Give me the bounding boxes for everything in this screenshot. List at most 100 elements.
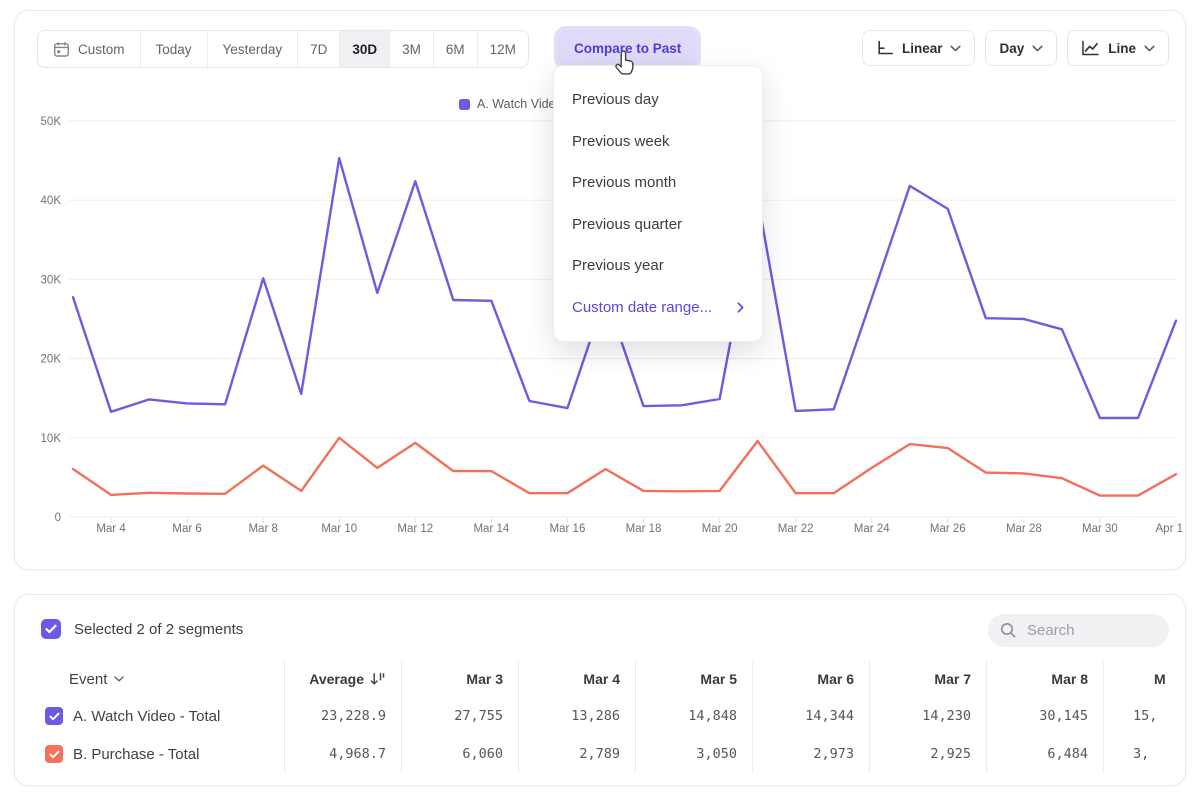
- compare-to-past-button[interactable]: Compare to Past: [558, 30, 697, 66]
- y-axis-label: 40K: [41, 195, 62, 207]
- date-range-control[interactable]: Custom Today Yesterday 7D 30D 3M 6M 12M: [37, 30, 529, 68]
- x-axis-label: Mar 18: [626, 523, 662, 535]
- value-cell: 3,050: [636, 735, 753, 773]
- x-axis-label: Mar 16: [550, 523, 586, 535]
- menu-item-previous-week[interactable]: Previous week: [554, 121, 762, 163]
- x-axis-label: Mar 12: [397, 523, 433, 535]
- menu-item-previous-quarter[interactable]: Previous quarter: [554, 204, 762, 246]
- column-header-label: Mar 4: [583, 671, 620, 687]
- column-header-average[interactable]: Average: [285, 661, 402, 697]
- column-header-label: Mar 6: [817, 671, 854, 687]
- dropdown-label: Day: [999, 41, 1024, 56]
- date-range-6m[interactable]: 6M: [434, 31, 478, 67]
- value-cell: 14,344: [753, 697, 870, 735]
- legend-swatch: [459, 99, 470, 110]
- check-icon: [45, 624, 57, 634]
- date-range-label: Today: [156, 42, 192, 57]
- event-column-header[interactable]: Event: [15, 661, 285, 697]
- compare-to-past-menu: Previous day Previous week Previous month P…: [553, 65, 763, 342]
- x-axis-label: Apr 1: [1156, 523, 1184, 535]
- dropdown-label: Linear: [902, 41, 943, 56]
- event-header-label: Event: [69, 671, 107, 688]
- value-cell: 2,973: [753, 735, 870, 773]
- value-cell-truncated: 15,: [1104, 697, 1166, 735]
- chevron-down-icon: [1144, 45, 1155, 52]
- value-cell: 2,789: [519, 735, 636, 773]
- select-all-checkbox[interactable]: [41, 619, 61, 639]
- value-cell: 27,755: [402, 697, 519, 735]
- date-range-custom[interactable]: Custom: [38, 31, 141, 67]
- table-header-row: Event Average Mar 3 Mar 4 Mar 5 Mar 6 Mar 7 Mar…: [15, 661, 1166, 697]
- x-axis-label: Mar 4: [96, 523, 126, 535]
- value-cell: 4,968.7: [285, 735, 402, 773]
- series-line-purchase[interactable]: [73, 438, 1176, 496]
- value-cell: 2,925: [870, 735, 987, 773]
- value-cell: 23,228.9: [285, 697, 402, 735]
- column-header-label: Mar 3: [466, 671, 503, 687]
- date-range-label: 12M: [490, 42, 516, 57]
- menu-item-label: Custom date range...: [572, 299, 712, 316]
- segment-checkbox[interactable]: [45, 745, 63, 763]
- chevron-down-icon: [950, 45, 961, 52]
- y-axis-label: 10K: [41, 433, 62, 445]
- column-header-label: Mar 7: [934, 671, 971, 687]
- line-chart-icon: [1081, 40, 1100, 56]
- x-axis-label: Mar 14: [473, 523, 509, 535]
- x-axis-label: Mar 8: [248, 523, 277, 535]
- search-placeholder: Search: [1027, 622, 1075, 639]
- column-header-mar-6: Mar 6: [753, 661, 870, 697]
- date-range-today[interactable]: Today: [141, 31, 208, 67]
- x-axis-label: Mar 22: [778, 523, 814, 535]
- menu-item-previous-day[interactable]: Previous day: [554, 79, 762, 121]
- segments-panel: Selected 2 of 2 segments Search EventAve…: [14, 594, 1186, 786]
- value-cell: 14,230: [870, 697, 987, 735]
- x-axis-label: Mar 10: [321, 523, 357, 535]
- column-header-truncated: M: [1104, 661, 1166, 697]
- menu-item-label: Previous quarter: [572, 216, 682, 233]
- search-icon: [1000, 622, 1017, 639]
- x-axis-label: Mar 20: [702, 523, 738, 535]
- menu-item-label: Previous week: [572, 133, 670, 150]
- line-dropdown-button[interactable]: Line: [1067, 30, 1169, 66]
- search-input[interactable]: Search: [988, 614, 1169, 647]
- menu-item-label: Previous month: [572, 174, 676, 191]
- chevron-down-icon: [114, 676, 124, 682]
- date-range-label: 3M: [402, 42, 421, 57]
- linear-dropdown-button[interactable]: Linear: [862, 30, 976, 66]
- y-axis-label: 20K: [41, 354, 62, 366]
- chevron-down-icon: [1032, 45, 1043, 52]
- y-axis-label: 30K: [41, 274, 62, 286]
- event-cell: B. Purchase - Total: [15, 735, 285, 773]
- x-axis-label: Mar 26: [930, 523, 966, 535]
- menu-item-custom-date-range[interactable]: Custom date range...: [554, 287, 762, 329]
- date-range-7d[interactable]: 7D: [298, 31, 340, 67]
- date-range-label: Yesterday: [223, 42, 283, 57]
- sort-descending-icon: [370, 672, 386, 686]
- date-range-30d[interactable]: 30D: [340, 31, 390, 67]
- day-dropdown-button[interactable]: Day: [985, 30, 1057, 66]
- y-axis-label: 0: [55, 512, 61, 524]
- column-header-mar-7: Mar 7: [870, 661, 987, 697]
- date-range-label: 7D: [310, 42, 327, 57]
- date-range-12m[interactable]: 12M: [478, 31, 528, 67]
- value-cell: 30,145: [987, 697, 1104, 735]
- menu-item-previous-month[interactable]: Previous month: [554, 162, 762, 204]
- column-header-mar-8: Mar 8: [987, 661, 1104, 697]
- value-cell: 6,060: [402, 735, 519, 773]
- menu-item-label: Previous day: [572, 91, 659, 108]
- y-axis-label: 50K: [41, 116, 62, 128]
- menu-item-previous-year[interactable]: Previous year: [554, 245, 762, 287]
- menu-item-label: Previous year: [572, 257, 664, 274]
- table-row: B. Purchase - Total 4,968.76,0602,7893,05…: [15, 735, 1166, 773]
- column-header-mar-3: Mar 3: [402, 661, 519, 697]
- event-name: B. Purchase - Total: [73, 746, 199, 763]
- date-range-label: Custom: [78, 42, 125, 57]
- segment-checkbox[interactable]: [45, 707, 63, 725]
- calendar-icon: [53, 41, 70, 58]
- column-header-label: Mar 8: [1051, 671, 1088, 687]
- table-row: A. Watch Video - Total23,228.927,75513,2…: [15, 697, 1166, 735]
- date-range-3m[interactable]: 3M: [390, 31, 434, 67]
- value-cell: 6,484: [987, 735, 1104, 773]
- date-range-yesterday[interactable]: Yesterday: [208, 31, 299, 67]
- column-header-label: Mar 5: [700, 671, 737, 687]
